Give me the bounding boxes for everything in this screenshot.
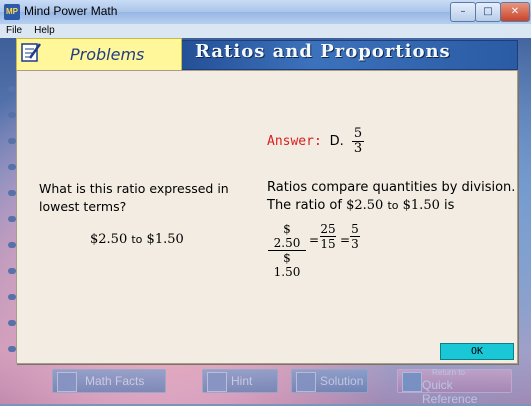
quick-reference-button[interactable]: Return to Quick Reference [397, 368, 512, 406]
answer-label: Answer: [267, 134, 322, 149]
minimize-button[interactable]: – [450, 2, 476, 22]
menu-bar: File Help [0, 24, 531, 38]
math-facts-button[interactable]: Math Facts [52, 369, 166, 393]
solution-button[interactable]: Solution [291, 369, 368, 393]
solution-icon [296, 372, 316, 392]
problem-card [16, 70, 518, 364]
ratio-right: $1.50 [146, 232, 184, 247]
ok-button[interactable]: OK [440, 343, 514, 360]
answer-numerator: 5 [353, 126, 363, 141]
page-title: Ratios and Proportions [195, 41, 451, 62]
equals-sign-1: = [309, 233, 320, 247]
tab-label: Problems [70, 45, 145, 64]
question-text: What is this ratio expressed in lowest t… [39, 181, 229, 214]
hint-icon [207, 372, 227, 392]
menu-file[interactable]: File [0, 24, 28, 36]
equals-sign-2: = [340, 233, 351, 247]
binder-holes [8, 72, 18, 362]
math-facts-icon [57, 372, 77, 392]
menu-help[interactable]: Help [28, 24, 61, 36]
equation-fraction-3: 5 3 [350, 222, 360, 251]
maximize-button[interactable]: □ [475, 2, 501, 22]
explanation-text: Ratios compare quantities by division. T… [267, 179, 517, 215]
question-ratio: $2.50 to $1.50 [90, 232, 184, 247]
ratio-left: $2.50 [90, 232, 128, 247]
close-button[interactable]: ✕ [500, 2, 530, 22]
answer-fraction: 5 3 [352, 127, 364, 156]
answer-choice: D. [329, 134, 344, 149]
quick-reference-icon [402, 372, 422, 392]
answer-line: Answer: D. [267, 134, 344, 149]
app-icon: MP [4, 4, 20, 20]
window-title: Mind Power Math [24, 4, 118, 18]
hint-button[interactable]: Hint [202, 369, 278, 393]
notebook-pencil-icon [21, 43, 42, 62]
ratio-to: to [131, 233, 143, 246]
equation-fraction-2: 25 15 [320, 222, 336, 251]
answer-denominator: 3 [353, 141, 363, 156]
explanation-line2: The ratio of $2.50 to $1.50 is [267, 198, 455, 213]
equation-fraction-1: $ 2.50 $ 1.50 [268, 222, 306, 279]
explanation-line1: Ratios compare quantities by division. [267, 180, 516, 195]
